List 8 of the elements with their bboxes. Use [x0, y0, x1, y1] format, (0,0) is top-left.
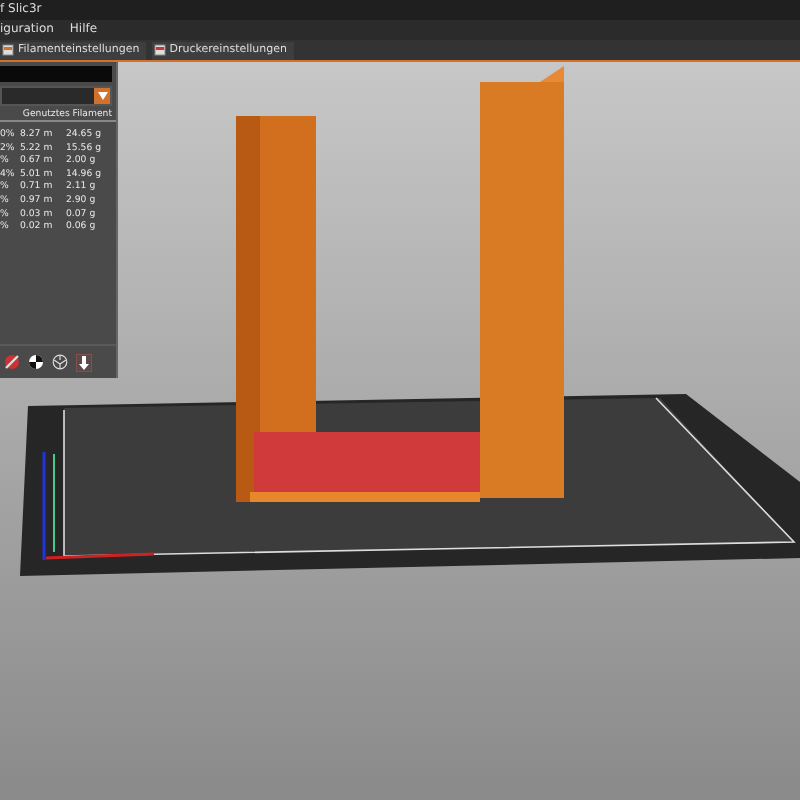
settings-page-icon: [153, 44, 166, 57]
contrast-icon[interactable]: [28, 353, 44, 370]
download-icon[interactable]: [76, 353, 92, 372]
text-field[interactable]: [0, 65, 112, 82]
caret-icon: [97, 91, 107, 100]
axes-drawing: [42, 451, 155, 560]
dropdown-button[interactable]: [94, 87, 110, 104]
dropdown[interactable]: [0, 85, 112, 106]
